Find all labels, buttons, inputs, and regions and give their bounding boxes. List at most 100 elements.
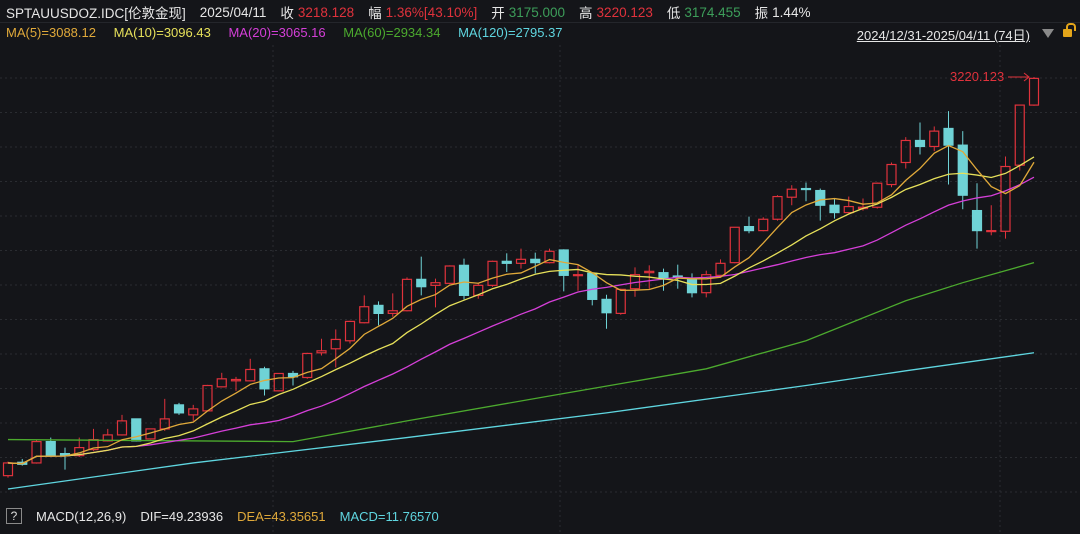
candle-body <box>202 384 213 412</box>
candle <box>601 294 612 329</box>
candle <box>1000 156 1011 239</box>
candle <box>715 259 726 277</box>
candle <box>216 372 227 388</box>
ma-lines <box>7 144 1035 490</box>
candle-body <box>259 368 270 390</box>
candle <box>986 205 997 236</box>
max-price-label: 3220.123 <box>950 69 1004 84</box>
ma10-line <box>7 156 1035 465</box>
candle <box>900 137 911 169</box>
candle <box>159 398 170 431</box>
candle <box>59 447 71 470</box>
candle-body <box>487 260 498 286</box>
candle-body <box>359 306 370 324</box>
candle <box>501 253 512 273</box>
candle-body <box>245 368 256 382</box>
candle-body <box>515 258 527 264</box>
candle <box>387 293 398 317</box>
macd-title: MACD(12,26,9) <box>36 508 127 524</box>
candle <box>302 352 313 379</box>
candle-body <box>173 404 185 414</box>
candle-body <box>686 278 698 294</box>
candle-body <box>815 189 826 206</box>
candle <box>914 122 926 155</box>
candle <box>957 131 968 210</box>
candle-body <box>530 258 541 264</box>
candle <box>173 402 185 415</box>
candle <box>515 248 527 269</box>
candle-body <box>800 187 812 191</box>
candle <box>1014 104 1025 171</box>
candle-body <box>572 274 584 277</box>
ma5-line <box>7 144 1035 465</box>
candle <box>188 404 199 421</box>
candle <box>572 264 584 291</box>
candle <box>843 196 854 214</box>
candle-body <box>914 139 926 148</box>
candle-body <box>786 188 797 198</box>
candle-body <box>31 440 42 464</box>
macd-dea: DEA=43.35651 <box>237 508 326 524</box>
candle-body <box>971 209 983 232</box>
macd-value: MACD=11.76570 <box>339 508 439 524</box>
candle-body <box>587 272 598 300</box>
candle-body <box>1014 104 1025 166</box>
candle <box>487 260 498 287</box>
candle-body <box>601 298 612 314</box>
candle <box>316 338 327 356</box>
candle-body <box>615 288 626 314</box>
candle-body <box>330 338 341 350</box>
candle <box>230 376 242 391</box>
candle-body <box>929 130 940 148</box>
candle <box>886 162 897 188</box>
help-icon[interactable]: ? <box>6 508 22 524</box>
candle-body <box>45 440 56 457</box>
candle-body <box>188 408 199 416</box>
candle <box>530 252 541 274</box>
grid-lines <box>0 45 1080 534</box>
candle-body <box>729 226 740 264</box>
candle <box>729 226 740 264</box>
candle-body <box>986 230 997 233</box>
ma60-line <box>7 262 1035 443</box>
candle-body <box>216 378 227 388</box>
macd-dif: DIF=49.23936 <box>140 508 224 524</box>
candle <box>458 258 470 300</box>
candle <box>416 256 427 296</box>
candle-body <box>658 272 669 280</box>
candle-body <box>416 278 427 288</box>
candle-body <box>316 350 327 354</box>
candle <box>116 414 128 436</box>
candle <box>245 358 256 382</box>
candle <box>772 195 783 221</box>
candle <box>344 320 356 344</box>
candle-body <box>758 218 769 232</box>
candle-body <box>501 260 512 264</box>
candle <box>615 288 626 315</box>
candle-body <box>715 262 726 276</box>
candle-body <box>430 282 441 286</box>
candle-body <box>900 139 911 164</box>
candle-body <box>373 304 384 314</box>
ma20-line <box>7 176 1035 465</box>
candle <box>2 461 14 478</box>
candle <box>373 301 384 326</box>
candle-body <box>743 226 755 232</box>
candle-body <box>344 320 356 342</box>
ma120-line <box>7 352 1035 490</box>
candle-body <box>843 205 854 214</box>
candle <box>1028 77 1040 106</box>
candle-body <box>230 378 242 382</box>
candle <box>131 418 142 442</box>
candle-body <box>2 462 14 477</box>
candle-body <box>943 127 954 146</box>
candle <box>444 265 455 285</box>
candle-body <box>458 264 470 296</box>
candle <box>743 216 755 234</box>
candle-body <box>387 310 398 314</box>
candle-body <box>644 270 655 274</box>
macd-legend: ? MACD(12,26,9) DIF=49.23936 DEA=43.3565… <box>6 508 453 524</box>
candle <box>800 182 812 202</box>
candle-body <box>829 204 840 214</box>
candle <box>786 185 797 206</box>
